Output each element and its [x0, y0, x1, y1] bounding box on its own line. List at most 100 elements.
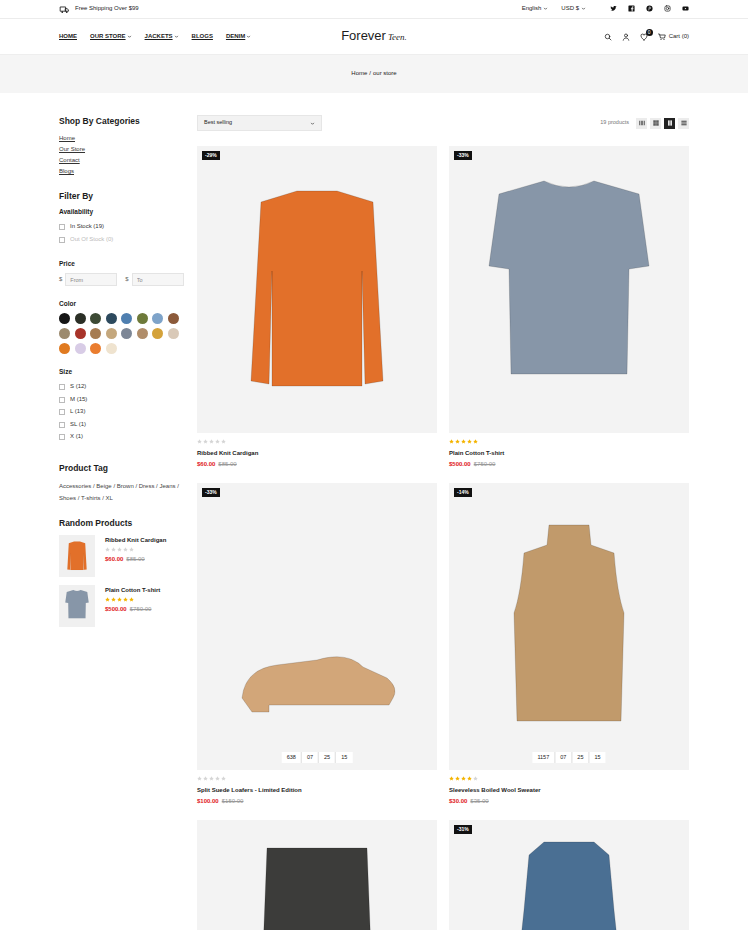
nav-link[interactable]: DENIM: [226, 33, 251, 41]
star-icon: [449, 776, 454, 781]
logo[interactable]: ForeverTeen.: [341, 28, 407, 45]
color-swatch[interactable]: [59, 313, 70, 324]
color-swatch[interactable]: [137, 328, 148, 339]
tag-link[interactable]: Dress: [139, 483, 155, 489]
tag-link[interactable]: Brown: [117, 483, 134, 489]
product-thumbnail[interactable]: [59, 585, 95, 627]
product-image[interactable]: -14%1157072515: [449, 483, 689, 770]
chevron-down-icon: [127, 34, 132, 39]
filter-option[interactable]: S (12): [59, 381, 185, 394]
breadcrumb-item[interactable]: Home: [351, 70, 367, 78]
currency-select[interactable]: USD $: [561, 5, 586, 13]
youtube-icon[interactable]: [682, 5, 689, 12]
color-swatch[interactable]: [59, 343, 70, 354]
color-swatch[interactable]: [168, 313, 179, 324]
product-thumbnail[interactable]: [59, 535, 95, 577]
filter-option[interactable]: In Stock (19): [59, 221, 185, 234]
sort-select[interactable]: Best selling: [197, 115, 322, 131]
countdown-cell: 07: [301, 752, 318, 763]
color-swatch[interactable]: [90, 328, 101, 339]
product-name[interactable]: Sleeveless Boiled Wool Sweater: [449, 786, 689, 795]
user-icon[interactable]: [622, 33, 630, 41]
old-price: $750.00: [474, 461, 496, 467]
filter-option[interactable]: L (13): [59, 406, 185, 419]
price: $60.00$85.00: [105, 555, 166, 564]
tag-link[interactable]: Jeans: [159, 483, 175, 489]
heart-icon[interactable]: 0: [640, 33, 648, 41]
section-title: Filter By: [59, 190, 185, 202]
product-image[interactable]: -31%: [449, 820, 689, 930]
checkbox[interactable]: [59, 384, 65, 390]
price-input[interactable]: [132, 273, 184, 286]
product-name[interactable]: Ribbed Knit Cardigan: [105, 536, 166, 545]
color-swatch[interactable]: [59, 328, 70, 339]
price-input[interactable]: [65, 273, 117, 286]
header-tools: 0 Cart (0): [407, 33, 689, 41]
color-swatch[interactable]: [168, 328, 179, 339]
cart-label: Cart (0): [669, 33, 689, 41]
search-icon[interactable]: [604, 33, 612, 41]
discount-badge: -14%: [454, 488, 472, 497]
top-bar-tools: English USD $: [522, 5, 689, 13]
category-link[interactable]: Our Store: [59, 144, 185, 155]
color-swatch[interactable]: [90, 343, 101, 354]
twitter-icon[interactable]: [610, 5, 617, 12]
tag-link[interactable]: XL: [106, 495, 113, 501]
option-label: L (13): [70, 408, 85, 416]
language-select[interactable]: English: [522, 5, 549, 13]
product-name[interactable]: Plain Cotton T-shirt: [105, 586, 160, 595]
checkbox[interactable]: [59, 422, 65, 428]
checkbox[interactable]: [59, 434, 65, 440]
nav-link[interactable]: JACKETS: [145, 33, 179, 41]
filter-option[interactable]: SL (1): [59, 419, 185, 432]
product-name[interactable]: Ribbed Knit Cardigan: [197, 449, 437, 458]
list-view-icon: [681, 120, 687, 126]
color-swatch[interactable]: [137, 313, 148, 324]
pinterest-icon[interactable]: [646, 5, 653, 12]
color-swatch[interactable]: [90, 313, 101, 324]
price-field: $: [125, 273, 183, 286]
color-swatch[interactable]: [75, 328, 86, 339]
nav-link[interactable]: OUR STORE: [90, 33, 132, 41]
cart-button[interactable]: Cart (0): [658, 33, 689, 41]
checkbox[interactable]: [59, 409, 65, 415]
product-image[interactable]: -29%: [197, 146, 437, 433]
product-name[interactable]: Split Suede Loafers - Limited Edition: [197, 786, 437, 795]
view-toggle[interactable]: [650, 118, 661, 129]
tag-link[interactable]: T-shirts: [81, 495, 101, 501]
view-toggle[interactable]: [636, 118, 647, 129]
product-image[interactable]: -33%: [449, 146, 689, 433]
color-swatch[interactable]: [152, 328, 163, 339]
price: $30.00$35.00: [449, 797, 689, 806]
filter-option[interactable]: M (15): [59, 394, 185, 407]
color-swatch[interactable]: [106, 313, 117, 324]
tag-link[interactable]: Beige: [96, 483, 111, 489]
color-swatch[interactable]: [75, 343, 86, 354]
product-image[interactable]: [197, 820, 437, 930]
color-swatches: [59, 313, 185, 354]
instagram-icon[interactable]: [664, 5, 671, 12]
star-icon: [221, 776, 226, 781]
color-swatch[interactable]: [121, 328, 132, 339]
checkbox[interactable]: [59, 224, 65, 230]
color-swatch[interactable]: [152, 313, 163, 324]
view-toggle[interactable]: [678, 118, 689, 129]
checkbox[interactable]: [59, 397, 65, 403]
color-swatch[interactable]: [121, 313, 132, 324]
color-swatch[interactable]: [106, 328, 117, 339]
tag-link[interactable]: Shoes: [59, 495, 76, 501]
nav-link[interactable]: BLOGS: [192, 33, 213, 41]
product-name[interactable]: Plain Cotton T-shirt: [449, 449, 689, 458]
tag-link[interactable]: Accessories: [59, 483, 91, 489]
nav-link[interactable]: HOME: [59, 33, 77, 41]
filter-option[interactable]: X (1): [59, 431, 185, 444]
category-link[interactable]: Home: [59, 133, 185, 144]
color-swatch[interactable]: [75, 313, 86, 324]
facebook-icon[interactable]: [628, 5, 635, 12]
color-swatch[interactable]: [106, 343, 117, 354]
product-image[interactable]: -33%638072515: [197, 483, 437, 770]
view-toggle[interactable]: [664, 118, 675, 129]
tag-separator: /: [135, 483, 137, 489]
category-link[interactable]: Contact: [59, 155, 185, 166]
category-link[interactable]: Blogs: [59, 166, 185, 177]
